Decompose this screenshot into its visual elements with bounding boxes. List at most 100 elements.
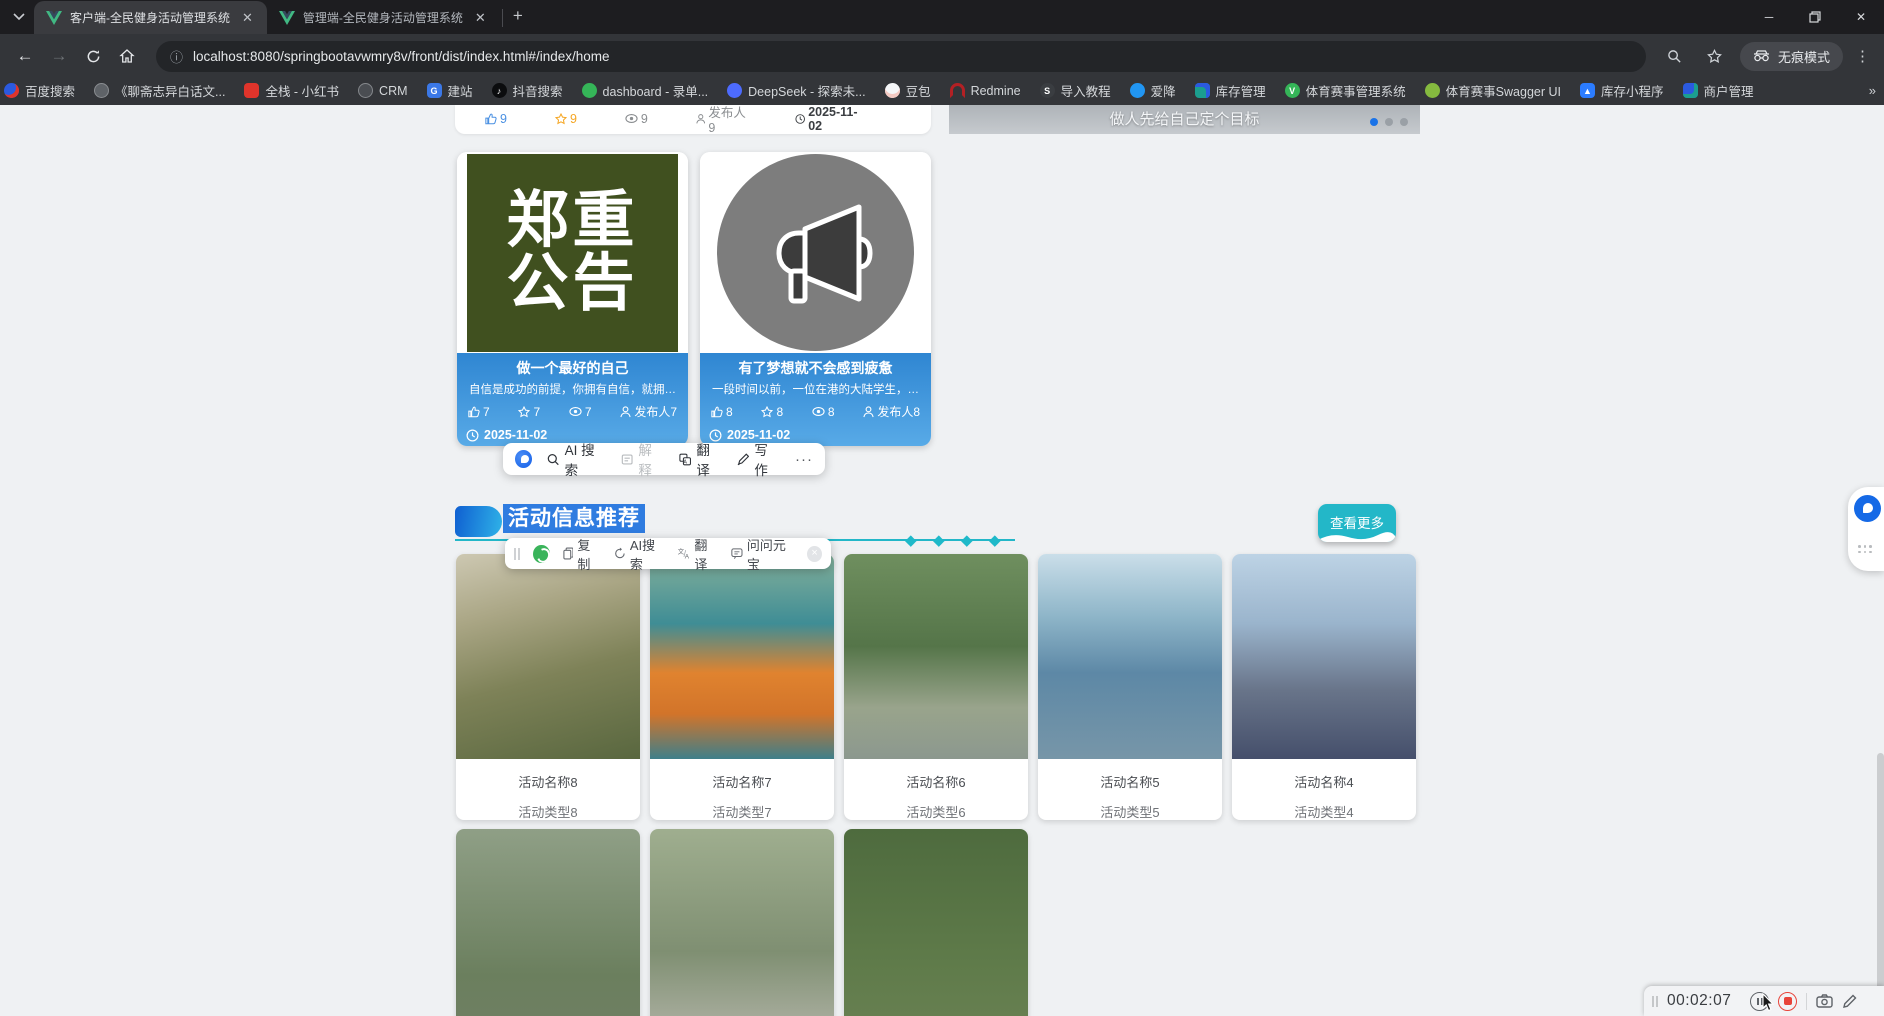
bookmark-item[interactable]: 库存管理 (1194, 81, 1266, 100)
bookmark-item[interactable]: Redmine (949, 83, 1021, 98)
activity-name: 活动名称8 (518, 775, 578, 790)
bookmark-item[interactable]: 全栈 - 小红书 (244, 81, 339, 100)
menu-dots-icon[interactable]: ⋮ (1853, 47, 1874, 65)
back-icon[interactable]: ← (10, 41, 40, 71)
more-options-icon[interactable]: ··· (795, 451, 813, 468)
bookmark-item[interactable]: ♪ 抖音搜索 (491, 81, 563, 100)
tab-search-chevron-icon[interactable] (6, 4, 32, 30)
divider (1740, 993, 1741, 1010)
copy-button[interactable]: 复制 (562, 535, 602, 573)
baidu-icon (4, 83, 19, 98)
carousel-dot-active[interactable] (1370, 118, 1378, 126)
bookmark-item[interactable]: 体育赛事Swagger UI (1424, 81, 1561, 100)
drag-handle[interactable] (514, 547, 520, 560)
toolbar-right: 无痕模式 ⋮ (1660, 41, 1874, 71)
activity-photo (844, 829, 1028, 1016)
selection-floating-toolbar: 复制 AI搜索 文A 翻译 问问元宝 × (505, 538, 831, 572)
home-icon[interactable] (112, 41, 142, 71)
ai-search-button[interactable]: AI 搜索 (547, 439, 606, 479)
activity-card[interactable] (844, 829, 1028, 1016)
window-restore-button[interactable] (1792, 0, 1838, 34)
bookmark-item[interactable]: 商户管理 (1682, 81, 1754, 100)
section-title: 活动信息推荐 (503, 502, 645, 533)
carousel-dot[interactable] (1400, 118, 1408, 126)
bookmark-item[interactable]: 《聊斋志异白话文... (94, 81, 225, 100)
person-icon (863, 405, 874, 417)
tab-client[interactable]: 客户端-全民健身活动管理系统 ✕ (34, 1, 267, 34)
new-tab-button[interactable]: + (505, 4, 531, 28)
bookmarks-overflow-chevron[interactable]: » (1869, 83, 1876, 98)
ai-assistant-logo-icon[interactable] (515, 450, 533, 468)
activity-card[interactable]: 活动名称6 活动类型6 (844, 554, 1028, 820)
assistant-logo-icon[interactable] (533, 544, 550, 563)
svg-text:文: 文 (678, 547, 685, 556)
carousel-banner[interactable]: 做人先给自己定个目标 (949, 105, 1420, 134)
tab-title: 管理端-全民健身活动管理系统 (302, 11, 463, 25)
ai-floating-toolbar: AI 搜索 解释 A 翻译 写作 ··· (503, 443, 825, 478)
bookmark-item[interactable]: ▲ 库存小程序 (1579, 81, 1664, 100)
activity-type: 活动类型5 (1100, 805, 1160, 820)
activity-card[interactable]: 活动名称7 活动类型7 (650, 554, 834, 820)
bookmark-item[interactable]: dashboard - 录单... (581, 81, 708, 100)
stop-record-button[interactable] (1778, 991, 1798, 1011)
window-close-button[interactable]: ✕ (1838, 0, 1884, 34)
activity-card[interactable]: 活动名称8 活动类型8 (456, 554, 640, 820)
ask-yuanbao-button[interactable]: 问问元宝 (731, 535, 794, 573)
bookmark-item[interactable]: DeepSeek - 探索未... (727, 81, 866, 100)
bookmark-star-icon[interactable] (1700, 41, 1730, 71)
activity-card[interactable] (650, 829, 834, 1016)
copy-icon (562, 547, 574, 560)
assistant-logo-icon[interactable] (1854, 495, 1881, 522)
page-scrollbar-thumb[interactable] (1877, 753, 1884, 1013)
assistant-side-widget[interactable] (1848, 487, 1884, 571)
pencil-icon[interactable] (1842, 994, 1857, 1009)
announcement-card[interactable]: 有了梦想就不会感到疲惫 一段时间以前，一位在港的大陆学生，… 8 8 8 发布人… (700, 152, 931, 446)
activity-photo (456, 554, 640, 759)
bookmark-item[interactable]: V 体育赛事管理系统 (1284, 81, 1406, 100)
eye-icon (569, 406, 582, 417)
bookmark-item[interactable]: 豆包 (884, 81, 931, 100)
bookmark-item[interactable]: 爱降 (1129, 81, 1176, 100)
explain-button[interactable]: 解释 (621, 439, 664, 479)
url-text[interactable]: localhost:8080/springbootavwmry8v/front/… (193, 49, 609, 64)
write-button[interactable]: 写作 (737, 439, 780, 479)
cutoff-announcement-card[interactable]: 9 9 9 发布人9 2025-11-02 (455, 105, 931, 134)
tab-divider (501, 9, 503, 27)
camera-icon[interactable] (1816, 994, 1834, 1008)
tab-close-icon[interactable]: ✕ (238, 9, 257, 26)
site-info-icon[interactable]: ⓘ (170, 47, 183, 66)
tab-close-icon[interactable]: ✕ (471, 9, 490, 26)
diamond-icon: ◆ (989, 532, 1001, 549)
widget-drag-dots[interactable] (1858, 545, 1874, 553)
megaphone-icon (776, 204, 872, 303)
tab-admin[interactable]: 管理端-全民健身活动管理系统 ✕ (267, 1, 500, 34)
close-icon[interactable]: × (807, 545, 822, 562)
reload-icon[interactable] (78, 41, 108, 71)
globe-icon (94, 83, 110, 98)
activity-card[interactable] (456, 829, 640, 1016)
bookmark-item[interactable]: 百度搜索 (4, 81, 75, 100)
douyin-icon: ♪ (491, 83, 507, 98)
bookmark-item[interactable]: S 导入教程 (1039, 81, 1111, 100)
notice-image: 郑重 公告 (467, 153, 678, 352)
forward-icon[interactable]: → (44, 41, 74, 71)
bookmark-item[interactable]: CRM (358, 83, 408, 98)
diamond-icon: ◆ (933, 532, 945, 549)
recorder-drag-handle[interactable] (1652, 995, 1658, 1007)
zoom-icon[interactable] (1660, 41, 1690, 71)
likes-stat: 9 (485, 112, 507, 126)
mouse-cursor (1762, 993, 1775, 1012)
translate-button[interactable]: 文A 翻译 (678, 535, 718, 573)
activity-card[interactable]: 活动名称5 活动类型5 (1038, 554, 1222, 820)
window-minimize-button[interactable]: ─ (1746, 0, 1792, 34)
activity-card[interactable]: 活动名称4 活动类型4 (1232, 554, 1416, 820)
ai-search-button[interactable]: AI搜索 (614, 535, 665, 573)
translate-button[interactable]: A 翻译 (679, 439, 722, 479)
announcement-card[interactable]: 郑重 公告 做一个最好的自己 自信是成功的前提，你拥有自信，就拥… 7 7 7 … (457, 152, 688, 446)
bookmark-item[interactable]: G 建站 (426, 81, 473, 100)
address-bar[interactable]: ⓘ localhost:8080/springbootavwmry8v/fron… (156, 40, 1646, 72)
view-more-button[interactable]: 查看更多 (1318, 504, 1396, 542)
page-content: 9 9 9 发布人9 2025-11-02 做人先给自己定个目标 郑重 公告 做… (0, 105, 1884, 1016)
carousel-dot[interactable] (1385, 118, 1393, 126)
favs-stat: 7 (518, 405, 540, 419)
